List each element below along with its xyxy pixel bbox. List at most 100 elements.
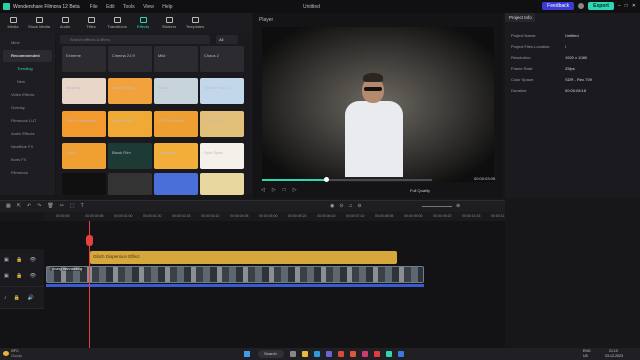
export-button[interactable]: Export bbox=[588, 2, 614, 10]
next-frame-icon[interactable]: ▷ bbox=[293, 187, 297, 193]
effect-tile[interactable] bbox=[62, 143, 106, 169]
text-icon[interactable]: T bbox=[81, 203, 90, 209]
start-icon[interactable] bbox=[244, 351, 250, 357]
clock-time[interactable]: 21:13 bbox=[609, 349, 618, 353]
category-mine[interactable]: Mine bbox=[3, 37, 52, 49]
tab-stickers[interactable]: Stickers bbox=[156, 13, 182, 33]
ruler-tick-label: 00:00:09:20 bbox=[433, 214, 452, 218]
effect-tile[interactable] bbox=[108, 78, 152, 104]
effect-tile[interactable] bbox=[200, 111, 244, 137]
tab-effects[interactable]: Effects bbox=[130, 13, 156, 33]
menu-tools[interactable]: Tools bbox=[123, 4, 135, 10]
effect-tile[interactable] bbox=[108, 143, 152, 169]
tab-stock-media[interactable]: Stock Media bbox=[26, 13, 52, 33]
menu-help[interactable]: Help bbox=[162, 4, 172, 10]
tab-titles[interactable]: Titles bbox=[78, 13, 104, 33]
lang-indicator[interactable]: ENG bbox=[583, 349, 591, 353]
effect-tile[interactable] bbox=[154, 111, 198, 137]
delete-icon[interactable]: 🗑 bbox=[47, 203, 59, 209]
playhead-handle[interactable] bbox=[86, 235, 93, 246]
category-new[interactable]: New bbox=[3, 76, 52, 88]
tab-audio[interactable]: Audio bbox=[52, 13, 78, 33]
effect-tile[interactable] bbox=[108, 111, 152, 137]
maximize-icon[interactable]: □ bbox=[625, 3, 628, 9]
video-clip[interactable]: young-man-walking bbox=[46, 266, 424, 283]
effect-tile[interactable] bbox=[154, 46, 198, 72]
category-filmstock-lut[interactable]: Filmstock LUT bbox=[3, 115, 52, 127]
tab-media[interactable]: Media bbox=[0, 13, 26, 33]
effects-filter-dropdown[interactable]: All bbox=[216, 35, 238, 44]
category-filmstock[interactable]: Filmstock bbox=[3, 167, 52, 179]
media-player-icon[interactable] bbox=[350, 351, 356, 357]
render-icon[interactable]: ◉ bbox=[330, 203, 339, 209]
category-boris-fx[interactable]: Boris FX bbox=[3, 154, 52, 166]
effect-tile[interactable] bbox=[62, 78, 106, 104]
menu-file[interactable]: File bbox=[90, 4, 98, 10]
crop-icon[interactable]: ⬚ bbox=[70, 203, 81, 209]
track-audio-icons[interactable]: ♪ 🔒 🔊 bbox=[4, 295, 37, 301]
explorer-icon[interactable] bbox=[302, 351, 308, 357]
opera-icon[interactable] bbox=[374, 351, 380, 357]
prev-frame-icon[interactable]: ◁ bbox=[261, 187, 265, 193]
effect-tile[interactable] bbox=[62, 46, 106, 72]
select-icon[interactable]: ⇱ bbox=[17, 203, 27, 209]
track-lock-eye-icons[interactable]: ▣ 🔒 👁 bbox=[4, 257, 39, 263]
tab-templates[interactable]: Templates bbox=[182, 13, 208, 33]
minimize-icon[interactable]: – bbox=[618, 3, 621, 9]
effect-tile[interactable] bbox=[200, 46, 244, 72]
tab-transitions[interactable]: Transitions bbox=[104, 13, 130, 33]
folder-icon[interactable] bbox=[398, 351, 404, 357]
project-info-header[interactable]: Project Info bbox=[505, 13, 535, 22]
quality-dropdown[interactable]: Full Quality bbox=[410, 188, 430, 193]
account-icon[interactable] bbox=[578, 3, 585, 9]
menu-view[interactable]: View bbox=[143, 4, 154, 10]
effect-tile[interactable] bbox=[154, 78, 198, 104]
teams-icon[interactable] bbox=[326, 351, 332, 357]
taskbar-search[interactable]: Search bbox=[258, 350, 284, 358]
category-recommended[interactable]: Recommended bbox=[3, 50, 52, 62]
task-view-icon[interactable] bbox=[290, 351, 296, 357]
close-icon[interactable]: ✕ bbox=[632, 3, 636, 9]
effect-tile[interactable] bbox=[108, 173, 152, 195]
scrubber-handle[interactable] bbox=[324, 177, 329, 182]
effect-tile[interactable] bbox=[200, 143, 244, 169]
video-preview[interactable] bbox=[262, 27, 494, 182]
timeline-ruler[interactable]: 00:00:00 00:00:00:05 00:00:01:00 00:00:01:2… bbox=[44, 212, 509, 221]
effect-tile[interactable] bbox=[62, 173, 106, 195]
snap-icon[interactable]: ⊙ bbox=[339, 203, 348, 209]
track-lock-eye-icons[interactable]: ▣ 🔒 👁 bbox=[4, 273, 39, 279]
category-audio-effects[interactable]: Audio Effects bbox=[3, 128, 52, 140]
filmora-task-icon[interactable] bbox=[386, 351, 392, 357]
zoom-slider[interactable] bbox=[422, 206, 452, 207]
redo-icon[interactable]: ↷ bbox=[37, 203, 47, 209]
split-icon[interactable]: ✂ bbox=[60, 203, 70, 209]
category-trending[interactable]: Trending bbox=[3, 63, 52, 75]
effect-tile[interactable] bbox=[108, 46, 152, 72]
effect-tile-label: VCR Distortion bbox=[158, 118, 185, 123]
layout-icon[interactable]: ▦ bbox=[6, 203, 17, 209]
stop-icon[interactable]: □ bbox=[283, 187, 286, 193]
edge-icon[interactable] bbox=[314, 351, 320, 357]
chrome-icon[interactable] bbox=[338, 351, 344, 357]
ruler-tick-label: 00:00:00 bbox=[56, 214, 70, 218]
effects-search-input[interactable]: Search effects & filters bbox=[60, 35, 210, 44]
effect-tile[interactable] bbox=[154, 143, 198, 169]
effect-clip[interactable]: Glitch Dispersion Effect bbox=[90, 251, 397, 264]
zoom-in-icon[interactable]: ⊕ bbox=[456, 203, 460, 209]
play-icon[interactable]: ▷ bbox=[272, 187, 276, 193]
scrubber-bar[interactable] bbox=[262, 177, 432, 182]
category-video-effects[interactable]: Video Effects bbox=[3, 89, 52, 101]
undo-icon[interactable]: ↶ bbox=[27, 203, 37, 209]
category-overlay[interactable]: Overlay bbox=[3, 102, 52, 114]
effect-tile[interactable] bbox=[200, 173, 244, 195]
zoom-out-icon[interactable]: ⊖ bbox=[357, 203, 366, 209]
effect-tile[interactable] bbox=[154, 173, 198, 195]
effect-tile[interactable] bbox=[62, 111, 106, 137]
weather-icon[interactable] bbox=[3, 351, 9, 356]
feedback-button[interactable]: Feedback bbox=[542, 2, 575, 10]
category-newblue-fx[interactable]: NewBlue FX bbox=[3, 141, 52, 153]
scrubber-progress bbox=[262, 179, 326, 181]
effect-tile[interactable] bbox=[200, 78, 244, 104]
app-icon[interactable] bbox=[362, 351, 368, 357]
menu-edit[interactable]: Edit bbox=[106, 4, 115, 10]
